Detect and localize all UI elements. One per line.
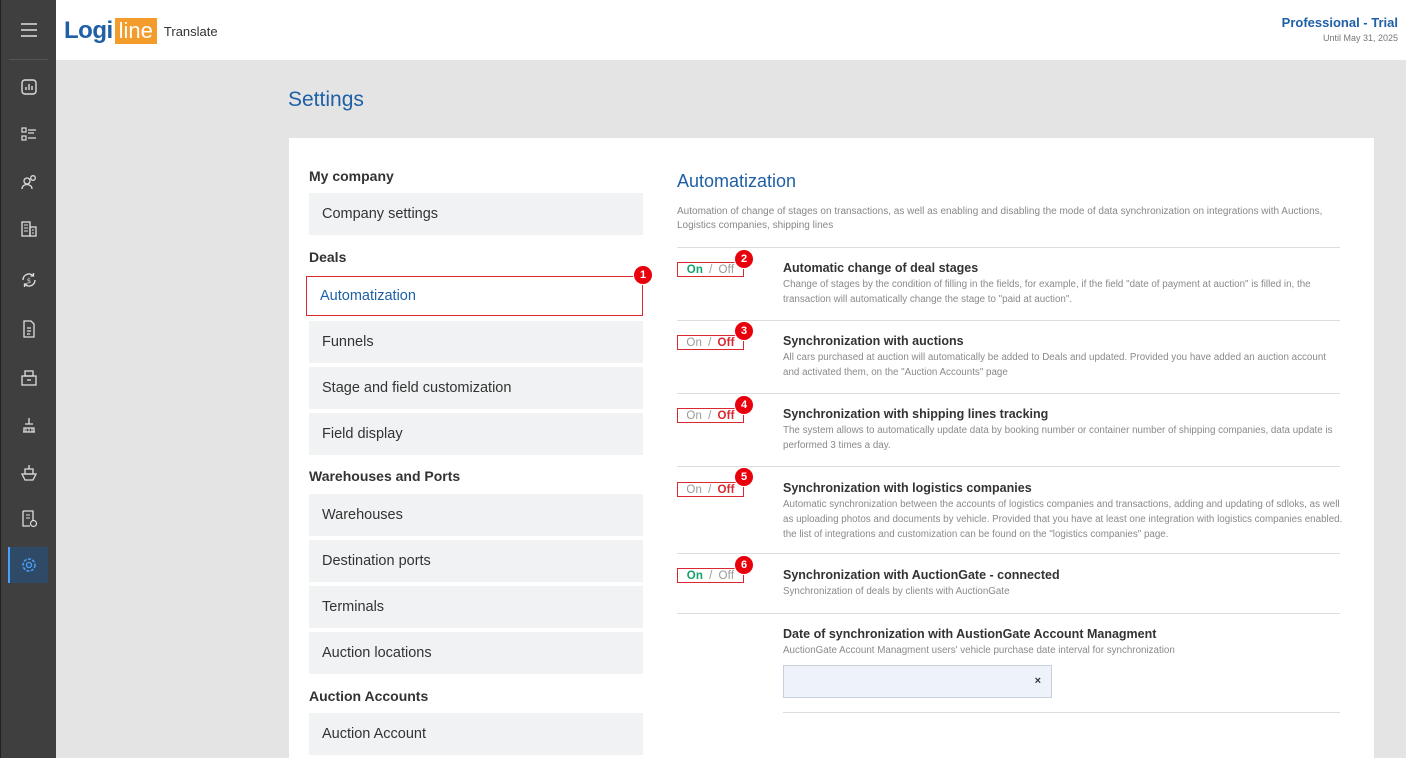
divider [783, 712, 1340, 713]
menu-toggle-button[interactable] [9, 0, 48, 60]
divider [677, 393, 1340, 394]
toggle-separator: / [709, 263, 713, 276]
section-description: Automation of change of stages on transa… [677, 206, 1323, 231]
page-title: Settings [288, 88, 364, 111]
plan-info[interactable]: Professional - Trial Until May 31, 2025 [1282, 15, 1398, 43]
annotation-badge-3: 3 [734, 321, 754, 341]
toggle-separator: / [708, 336, 712, 349]
menu-item-automatization[interactable]: Automatization [306, 276, 643, 316]
option-title: Synchronization with logistics companies [783, 481, 1032, 495]
toggle-sync-logistics[interactable]: On / Off [677, 482, 744, 497]
menu-item-company-settings[interactable]: Company settings [309, 193, 643, 235]
sidebar-item-finance[interactable]: $ [1, 262, 57, 298]
settings-icon [22, 558, 36, 572]
toggle-separator: / [708, 483, 712, 496]
users-icon [21, 175, 36, 190]
annotation-badge-6: 6 [734, 555, 754, 575]
toggle-sync-auctions[interactable]: On / Off [677, 335, 744, 350]
date-range-input[interactable]: × [783, 665, 1052, 698]
annotation-badge-5: 5 [734, 467, 754, 487]
option-title: Automatic change of deal stages [783, 261, 979, 275]
date-sync-description: AuctionGate Account Managment users' veh… [783, 645, 1175, 656]
sidebar-item-tasks[interactable] [1, 116, 57, 152]
option-title: Synchronization with auctions [783, 334, 964, 348]
annotation-badge-2: 2 [734, 249, 754, 269]
option-description: Change of stages by the condition of fil… [783, 279, 1311, 305]
menu-group-auction-accounts: Auction Accounts [309, 688, 429, 704]
logo-text-left: Logi [64, 17, 113, 44]
toggle-off-label: Off [717, 483, 735, 496]
toggle-separator: / [709, 569, 713, 582]
toggle-on-label: On [686, 409, 703, 422]
sidebar-item-warehouse[interactable] [1, 360, 57, 396]
logo-text-right: line [114, 18, 157, 44]
divider [677, 613, 1340, 614]
toggle-separator: / [708, 409, 712, 422]
divider [677, 553, 1340, 554]
toggle-auto-stage-change[interactable]: On / Off [677, 262, 744, 277]
checklist-icon [21, 127, 36, 141]
divider [677, 247, 1340, 248]
option-description: All cars purchased at auction will autom… [783, 352, 1326, 378]
plan-title: Professional - Trial [1281, 15, 1398, 30]
menu-item-destination-ports[interactable]: Destination ports [309, 540, 643, 582]
date-sync-title: Date of synchronization with AustionGate… [783, 627, 1157, 641]
section-title: Automatization [677, 171, 797, 191]
option-description: Synchronization of deals by clients with… [783, 586, 1010, 597]
option-description: Automatic synchronization between the ac… [783, 499, 1343, 540]
svg-text:$: $ [27, 277, 31, 285]
document-icon [23, 320, 35, 338]
menu-group-warehouses-ports: Warehouses and Ports [309, 468, 461, 484]
toggle-off-label: Off [718, 263, 735, 276]
dashboard-icon [21, 79, 37, 95]
annotation-badge-1: 1 [633, 265, 653, 285]
menu-icon [20, 22, 37, 37]
plan-until: Until May 31, 2025 [1322, 33, 1398, 43]
ship-icon [20, 465, 38, 481]
menu-item-auction-locations[interactable]: Auction locations [309, 632, 643, 674]
invoice-icon [22, 510, 38, 528]
option-title: Synchronization with AuctionGate - conne… [783, 568, 1060, 582]
toggle-on-label: On [686, 263, 704, 276]
menu-item-auction-account[interactable]: Auction Account [309, 713, 643, 755]
toggle-on-label: On [686, 336, 703, 349]
sidebar-item-companies[interactable] [1, 211, 57, 247]
toggle-off-label: Off [717, 336, 735, 349]
menu-item-field-display[interactable]: Field display [309, 413, 643, 455]
translate-label[interactable]: Translate [164, 24, 218, 39]
box-icon [21, 370, 37, 386]
option-description: The system allows to automatically updat… [783, 425, 1333, 451]
sidebar-item-ports[interactable] [1, 407, 57, 443]
toggle-on-label: On [686, 483, 703, 496]
menu-group-my-company: My company [309, 168, 394, 184]
menu-item-terminals[interactable]: Terminals [309, 586, 643, 628]
sidebar-item-documents[interactable] [1, 311, 57, 347]
menu-item-stage-field-customization[interactable]: Stage and field customization [309, 367, 643, 409]
toggle-on-label: On [686, 569, 704, 582]
buildings-icon [21, 221, 37, 237]
sidebar-item-settings[interactable] [8, 547, 48, 583]
toggle-sync-shipping-lines[interactable]: On / Off [677, 408, 744, 423]
crane-icon [23, 418, 35, 433]
toggle-sync-auctiongate[interactable]: On / Off [677, 568, 744, 583]
clear-icon[interactable]: × [1035, 675, 1041, 687]
sidebar-item-reports[interactable] [1, 501, 57, 537]
toggle-off-label: Off [717, 409, 735, 422]
sidebar-item-shipping[interactable] [1, 455, 57, 491]
menu-item-funnels[interactable]: Funnels [309, 321, 643, 363]
sidebar-item-clients[interactable] [1, 164, 57, 200]
logo[interactable]: Logi line Translate [64, 17, 218, 45]
menu-group-deals: Deals [309, 249, 347, 265]
divider [677, 320, 1340, 321]
toggle-off-label: Off [718, 569, 735, 582]
annotation-badge-4: 4 [734, 395, 754, 415]
sync-dollar-icon: $ [22, 273, 36, 287]
top-bar: Logi line Translate Professional - Trial… [56, 0, 1406, 60]
option-title: Synchronization with shipping lines trac… [783, 407, 1049, 421]
sidebar-item-dashboard[interactable] [1, 69, 57, 105]
menu-item-warehouses[interactable]: Warehouses [309, 494, 643, 536]
divider [677, 466, 1340, 467]
sidebar: $ [0, 0, 56, 758]
